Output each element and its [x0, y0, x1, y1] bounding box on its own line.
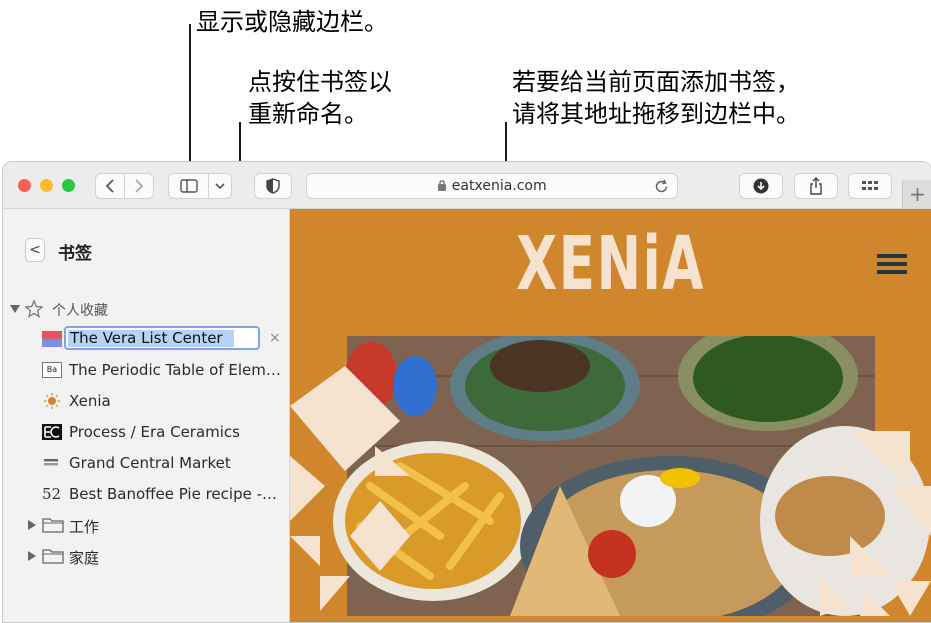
recipe-favicon-text: 52 [42, 485, 62, 503]
bookmark-item-grand-central[interactable]: Grand Central Market [3, 449, 289, 477]
sidebar-icon [179, 179, 198, 193]
callout-rename-2: 重新命名。 [248, 100, 368, 128]
minimize-window-button[interactable] [40, 179, 53, 192]
bookmark-label: Grand Central Market [69, 454, 231, 472]
folder-work[interactable]: 工作 [3, 511, 289, 539]
reload-icon[interactable] [654, 179, 669, 194]
callout-add-bookmark-2: 请将其地址拖移到边栏中。 [512, 100, 800, 128]
safari-window: eatxenia.com + < 书签 个人收藏 The Vera List C… [2, 161, 931, 623]
folder-icon [42, 549, 64, 564]
folder-label: 工作 [69, 518, 100, 536]
url-text: eatxenia.com [451, 178, 547, 194]
ba-favicon-text: Ba [46, 365, 58, 374]
plus-icon: + [909, 182, 926, 206]
shield-icon [266, 178, 280, 194]
bookmark-label: The Periodic Table of Elem… [69, 361, 281, 379]
bookmark-item-banoffee[interactable]: 52 Best Banoffee Pie recipe -… [3, 480, 289, 508]
share-icon [810, 177, 822, 195]
food-photo [290, 336, 931, 616]
callout-sidebar-toggle: 显示或隐藏边栏。 [196, 8, 388, 36]
bookmark-item-periodic-table[interactable]: Ba The Periodic Table of Elem… [3, 356, 289, 384]
bookmark-label: Xenia [69, 392, 111, 410]
chevron-right-icon [135, 179, 144, 193]
grid-icon [862, 181, 878, 190]
bookmark-item-xenia[interactable]: Xenia [3, 387, 289, 415]
tab-overview-button[interactable] [848, 173, 892, 199]
bookmark-item-process-era[interactable]: Process / Era Ceramics [3, 418, 289, 446]
zoom-window-button[interactable] [62, 179, 75, 192]
privacy-report-button[interactable] [254, 173, 292, 199]
hamburger-menu-icon[interactable] [877, 254, 907, 258]
sidebar-back-button[interactable]: < [25, 238, 45, 262]
webpage-content: XENiA [290, 209, 931, 622]
vera-list-favicon [42, 331, 62, 347]
chevron-left-icon [105, 179, 114, 193]
callout-leader-sidebar [189, 24, 191, 174]
clear-field-icon[interactable]: × [269, 330, 281, 346]
bookmark-rename-field[interactable]: The Vera List Center [64, 326, 260, 350]
favorites-folder[interactable]: 个人收藏 [3, 295, 289, 323]
process-era-favicon-icon [42, 424, 62, 440]
close-window-button[interactable] [18, 179, 31, 192]
address-bar[interactable]: eatxenia.com [306, 173, 678, 199]
xenia-logo[interactable]: XENiA [380, 221, 842, 307]
disclosure-closed-icon [28, 520, 36, 530]
star-icon [25, 300, 43, 318]
downloads-button[interactable] [739, 173, 783, 199]
disclosure-closed-icon [28, 551, 36, 561]
folder-icon [42, 518, 64, 533]
share-button[interactable] [794, 173, 838, 199]
periodic-table-favicon: Ba [42, 362, 62, 378]
hamburger-menu-icon-bottom [877, 270, 907, 274]
disclosure-open-icon [10, 305, 20, 313]
callout-add-bookmark-1: 若要给当前页面添加书签， [512, 68, 800, 96]
favorites-label: 个人收藏 [52, 303, 108, 319]
bookmark-label: Process / Era Ceramics [69, 423, 240, 441]
bookmark-item-vera-list[interactable]: The Vera List Center × [3, 325, 289, 353]
chevron-down-icon [215, 183, 225, 190]
bookmark-label: Best Banoffee Pie recipe -… [69, 485, 278, 503]
sidebar-menu-button[interactable] [208, 173, 232, 199]
new-tab-button[interactable]: + [902, 180, 931, 208]
sidebar-toggle-button[interactable] [168, 173, 209, 199]
address-url: eatxenia.com [307, 178, 677, 194]
toolbar: eatxenia.com + [3, 162, 931, 209]
generic-page-favicon-icon [44, 459, 58, 466]
lock-icon [438, 180, 447, 191]
callout-rename-1: 点按住书签以 [248, 68, 392, 96]
folder-home[interactable]: 家庭 [3, 542, 289, 570]
download-icon [753, 178, 769, 194]
bookmarks-sidebar: < 书签 个人收藏 The Vera List Center × Ba The … [3, 209, 290, 622]
hamburger-menu-icon-mid [877, 262, 907, 266]
forward-button[interactable] [124, 173, 154, 199]
sun-favicon-icon [44, 393, 60, 409]
chevron-left-icon: < [29, 242, 41, 258]
sidebar-title: 书签 [58, 244, 92, 264]
bookmark-rename-value: The Vera List Center [70, 329, 223, 347]
folder-label: 家庭 [69, 549, 100, 567]
back-button[interactable] [95, 173, 125, 199]
